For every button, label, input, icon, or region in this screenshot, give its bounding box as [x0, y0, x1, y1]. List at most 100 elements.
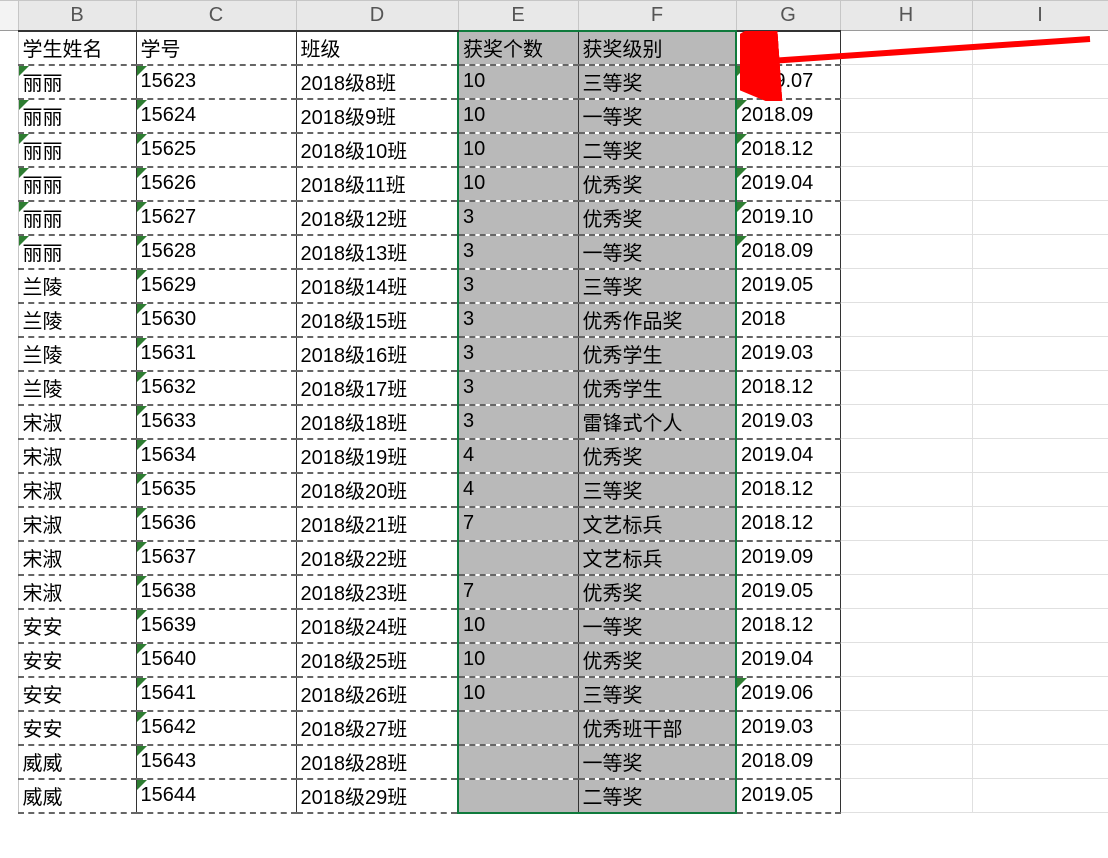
rowhdr[interactable]: [0, 235, 18, 269]
cell-D[interactable]: 2018级10班: [296, 133, 458, 167]
cell-E[interactable]: 10: [458, 133, 578, 167]
colhdr-I[interactable]: I: [972, 1, 1108, 31]
cell-B[interactable]: 丽丽: [18, 201, 136, 235]
cell-C[interactable]: 15626: [136, 167, 296, 201]
rowhdr[interactable]: [0, 269, 18, 303]
cell-G[interactable]: 2018.12: [736, 609, 840, 643]
cell-E[interactable]: 10: [458, 167, 578, 201]
rowhdr[interactable]: [0, 609, 18, 643]
cell-B[interactable]: 安安: [18, 643, 136, 677]
cell-F[interactable]: 三等奖: [578, 677, 736, 711]
cell-G[interactable]: 2019.07: [736, 65, 840, 99]
cell-I[interactable]: [972, 473, 1108, 507]
cell-F[interactable]: 文艺标兵: [578, 541, 736, 575]
cell-E[interactable]: [458, 779, 578, 813]
cell-G[interactable]: 获: [736, 31, 840, 65]
cell-I[interactable]: [972, 31, 1108, 65]
cell-I[interactable]: [972, 405, 1108, 439]
cell-C[interactable]: 15641: [136, 677, 296, 711]
cell-B[interactable]: 丽丽: [18, 133, 136, 167]
cell-B[interactable]: 威威: [18, 745, 136, 779]
colhdr-G[interactable]: G: [736, 1, 840, 31]
rowhdr[interactable]: [0, 677, 18, 711]
cell-B[interactable]: 兰陵: [18, 337, 136, 371]
cell-E[interactable]: 3: [458, 235, 578, 269]
cell-G[interactable]: 2019.05: [736, 575, 840, 609]
cell-I[interactable]: [972, 439, 1108, 473]
cell-H[interactable]: [840, 575, 972, 609]
cell-G[interactable]: 2018.12: [736, 507, 840, 541]
cell-H[interactable]: [840, 677, 972, 711]
cell-G[interactable]: 2018.12: [736, 473, 840, 507]
cell-B[interactable]: 宋淑: [18, 507, 136, 541]
rowhdr[interactable]: [0, 575, 18, 609]
cell-H[interactable]: [840, 201, 972, 235]
cell-H[interactable]: [840, 609, 972, 643]
cell-G[interactable]: 2019.03: [736, 337, 840, 371]
rowhdr[interactable]: [0, 167, 18, 201]
cell-C[interactable]: 15627: [136, 201, 296, 235]
cell-F[interactable]: 优秀奖: [578, 167, 736, 201]
cell-D[interactable]: 2018级15班: [296, 303, 458, 337]
cell-G[interactable]: 2019.05: [736, 779, 840, 813]
cell-F[interactable]: 优秀奖: [578, 201, 736, 235]
cell-B[interactable]: 丽丽: [18, 235, 136, 269]
cell-D[interactable]: 2018级28班: [296, 745, 458, 779]
rowhdr[interactable]: [0, 711, 18, 745]
cell-I[interactable]: [972, 337, 1108, 371]
cell-H[interactable]: [840, 439, 972, 473]
cell-I[interactable]: [972, 541, 1108, 575]
cell-B[interactable]: 兰陵: [18, 269, 136, 303]
cell-D[interactable]: 2018级29班: [296, 779, 458, 813]
cell-C[interactable]: 15623: [136, 65, 296, 99]
cell-I[interactable]: [972, 167, 1108, 201]
cell-H[interactable]: [840, 779, 972, 813]
cell-D[interactable]: 2018级12班: [296, 201, 458, 235]
cell-B[interactable]: 丽丽: [18, 99, 136, 133]
cell-G[interactable]: 2019.09: [736, 541, 840, 575]
cell-B[interactable]: 宋淑: [18, 439, 136, 473]
cell-G[interactable]: 2018.09: [736, 99, 840, 133]
cell-C[interactable]: 15643: [136, 745, 296, 779]
cell-H[interactable]: [840, 99, 972, 133]
cell-D[interactable]: 2018级9班: [296, 99, 458, 133]
cell-I[interactable]: [972, 201, 1108, 235]
cell-H[interactable]: [840, 473, 972, 507]
cell-F[interactable]: 文艺标兵: [578, 507, 736, 541]
cell-F[interactable]: 优秀奖: [578, 439, 736, 473]
cell-C[interactable]: 15624: [136, 99, 296, 133]
cell-E[interactable]: 3: [458, 371, 578, 405]
cell-C[interactable]: 15639: [136, 609, 296, 643]
cell-H[interactable]: [840, 133, 972, 167]
cell-D[interactable]: 2018级24班: [296, 609, 458, 643]
rowhdr[interactable]: [0, 507, 18, 541]
rowhdr[interactable]: [0, 99, 18, 133]
cell-F[interactable]: 优秀学生: [578, 371, 736, 405]
cell-F[interactable]: 二等奖: [578, 779, 736, 813]
cell-F[interactable]: 一等奖: [578, 235, 736, 269]
cell-I[interactable]: [972, 677, 1108, 711]
cell-C[interactable]: 15629: [136, 269, 296, 303]
cell-H[interactable]: [840, 337, 972, 371]
cell-E[interactable]: 3: [458, 303, 578, 337]
cell-H[interactable]: [840, 711, 972, 745]
cell-F[interactable]: 获奖级别: [578, 31, 736, 65]
cell-C[interactable]: 15640: [136, 643, 296, 677]
rowhdr[interactable]: [0, 779, 18, 813]
cell-B[interactable]: 威威: [18, 779, 136, 813]
cell-H[interactable]: [840, 541, 972, 575]
cell-E[interactable]: [458, 711, 578, 745]
cell-E[interactable]: 3: [458, 337, 578, 371]
rowhdr[interactable]: [0, 303, 18, 337]
cell-B[interactable]: 丽丽: [18, 167, 136, 201]
cell-B[interactable]: 学生姓名: [18, 31, 136, 65]
cell-E[interactable]: 10: [458, 677, 578, 711]
cell-C[interactable]: 15625: [136, 133, 296, 167]
cell-D[interactable]: 2018级16班: [296, 337, 458, 371]
rowhdr[interactable]: [0, 405, 18, 439]
cell-F[interactable]: 一等奖: [578, 99, 736, 133]
cell-E[interactable]: 7: [458, 575, 578, 609]
cell-D[interactable]: 2018级25班: [296, 643, 458, 677]
cell-F[interactable]: 优秀作品奖: [578, 303, 736, 337]
cell-E[interactable]: 3: [458, 269, 578, 303]
